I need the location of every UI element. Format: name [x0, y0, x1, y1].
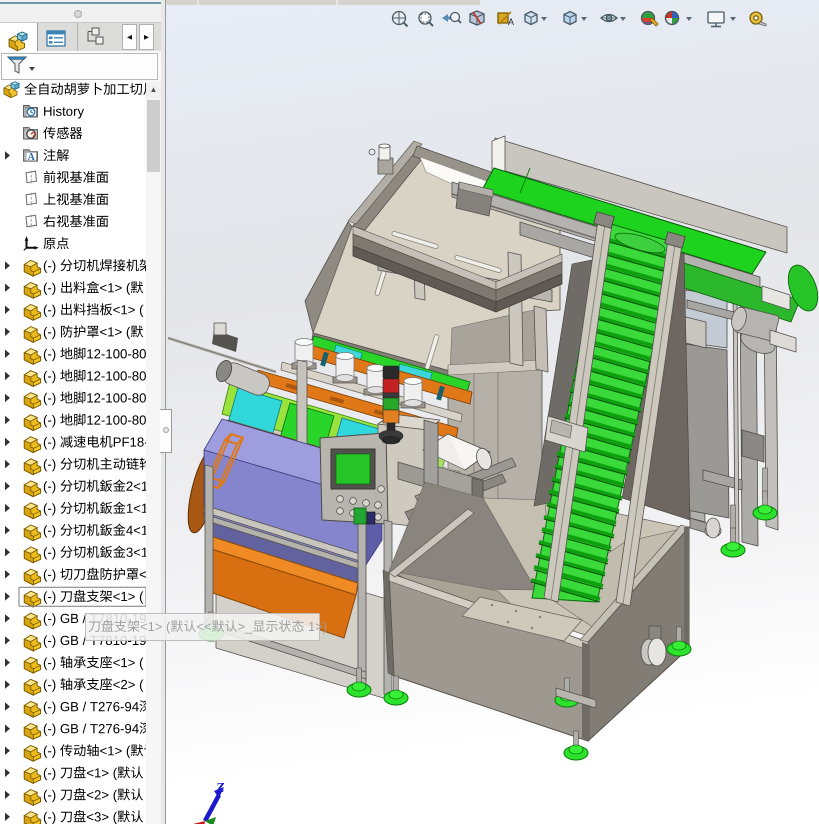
svg-text:Z: Z [215, 781, 225, 796]
svg-text:A: A [508, 17, 514, 27]
